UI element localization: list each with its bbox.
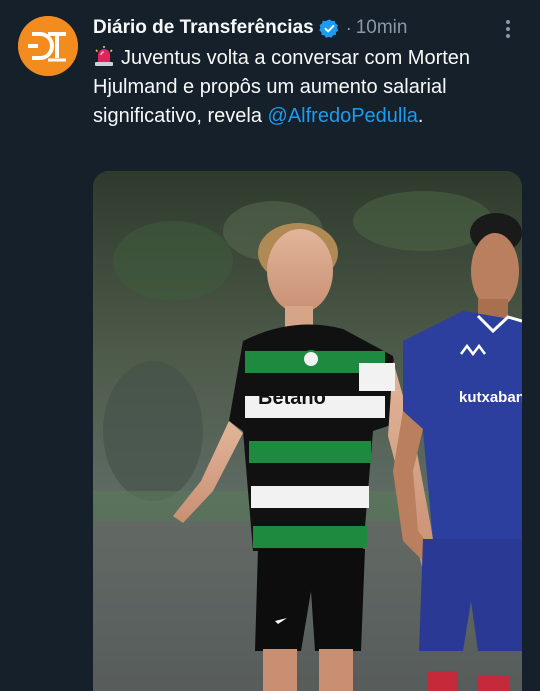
tweet-text: Juventus volta a conversar com Morten Hj…: [93, 44, 518, 131]
more-options-icon[interactable]: [498, 18, 518, 40]
shirt-sponsor-left: Betano: [258, 387, 326, 409]
author-avatar[interactable]: [18, 16, 78, 76]
tweet-card[interactable]: Diário de Transferências · 10min Juventu…: [0, 0, 540, 691]
dt-logo: [18, 16, 78, 76]
author-display-name[interactable]: Diário de Transferências: [93, 17, 314, 39]
tweet-timestamp[interactable]: 10min: [356, 17, 408, 39]
football-photo: Betano kutxabank: [93, 171, 522, 691]
police-siren-icon: [95, 46, 113, 66]
shirt-sponsor-right: kutxabank: [459, 389, 522, 406]
tweet-photo[interactable]: Betano kutxabank: [93, 171, 522, 691]
verified-badge-icon: [318, 18, 338, 38]
header-separator: ·: [345, 17, 352, 38]
mention-link[interactable]: @AlfredoPedulla: [268, 105, 418, 127]
tweet-header: Diário de Transferências · 10min: [93, 14, 407, 42]
tweet-text-end: .: [417, 105, 424, 127]
